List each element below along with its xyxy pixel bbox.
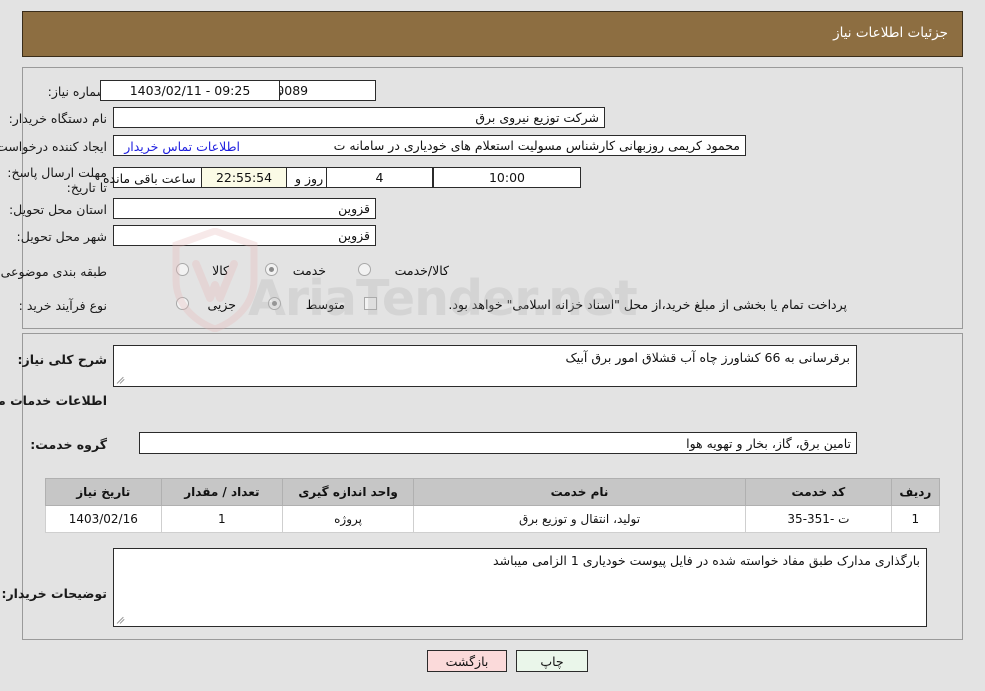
table-header-row: ردیف کد خدمت نام خدمت واحد اندازه گیری ت… bbox=[45, 478, 941, 506]
treasury-checkbox[interactable] bbox=[364, 297, 377, 310]
category-label: طبقه بندی موضوعی: bbox=[0, 264, 107, 279]
need-desc-value: برقرسانی به 66 کشاورز چاه آب قشلاق امور … bbox=[565, 350, 850, 365]
cell-quantity: 1 bbox=[160, 505, 284, 533]
page-header: جزئیات اطلاعات نیاز bbox=[22, 11, 963, 57]
cell-code: ت -351-35 bbox=[745, 505, 892, 533]
services-table: ردیف کد خدمت نام خدمت واحد اندازه گیری ت… bbox=[45, 478, 941, 533]
resize-grip-icon-notes[interactable] bbox=[116, 616, 126, 626]
cell-unit: پروژه bbox=[282, 505, 414, 533]
process-radio-jozei[interactable] bbox=[176, 297, 189, 310]
buyer-notes-label: توضیحات خریدار: bbox=[1, 586, 107, 601]
treasury-text: پرداخت تمام یا بخشی از مبلغ خرید،از محل … bbox=[448, 297, 847, 312]
category-label-khedmat: خدمت bbox=[292, 263, 326, 278]
service-group-field[interactable]: تامین برق، گاز، بخار و تهویه هوا bbox=[139, 432, 857, 454]
deadline-label: مهلت ارسال پاسخ: تا تاریخ: bbox=[7, 165, 107, 195]
cell-name: تولید، انتقال و توزیع برق bbox=[412, 505, 747, 533]
buyer-contact-link[interactable]: اطلاعات تماس خریدار bbox=[124, 139, 240, 154]
process-label-jozei: جزیی bbox=[207, 297, 236, 312]
process-label: نوع فرآیند خرید : bbox=[18, 298, 107, 313]
category-radio-kala-khedmat[interactable] bbox=[358, 263, 371, 276]
resize-grip-icon[interactable] bbox=[116, 376, 126, 386]
service-group-label: گروه خدمت: bbox=[30, 437, 107, 452]
print-button[interactable]: چاپ bbox=[516, 650, 588, 672]
cell-radif: 1 bbox=[890, 505, 941, 533]
cell-date: 1403/02/16 bbox=[45, 505, 162, 533]
public-announce-field: 09:25 - 1403/02/11 bbox=[100, 80, 280, 101]
back-button[interactable]: بازگشت bbox=[427, 650, 507, 672]
category-radio-kala[interactable] bbox=[176, 263, 189, 276]
col-unit: واحد اندازه گیری bbox=[282, 478, 414, 506]
days-unit-label: روز و bbox=[295, 171, 324, 186]
need-desc-label: شرح کلی نیاز: bbox=[17, 352, 107, 367]
need-number-label: شماره نیاز: bbox=[47, 84, 107, 99]
process-radio-motavaset[interactable] bbox=[268, 297, 281, 310]
process-label-motavaset: متوسط bbox=[305, 297, 345, 312]
category-label-kala-khedmat: کالا/خدمت bbox=[394, 263, 449, 278]
category-label-kala: کالا bbox=[212, 263, 229, 278]
table-row[interactable]: 1 ت -351-35 تولید، انتقال و توزیع برق پر… bbox=[45, 505, 941, 533]
deadline-time-field[interactable]: 10:00 bbox=[433, 167, 581, 188]
creator-label: ایجاد کننده درخواست: bbox=[0, 139, 107, 154]
col-date: تاریخ نیاز bbox=[45, 478, 162, 506]
col-quantity: تعداد / مقدار bbox=[160, 478, 284, 506]
need-desc-textarea[interactable]: برقرسانی به 66 کشاورز چاه آب قشلاق امور … bbox=[113, 345, 857, 387]
buyer-org-field[interactable]: شرکت توزیع نیروی برق bbox=[113, 107, 605, 128]
buyer-org-label: نام دستگاه خریدار: bbox=[8, 111, 107, 126]
days-field: 4 bbox=[326, 167, 433, 188]
remaining-suffix-label: ساعت باقی مانده bbox=[103, 171, 196, 186]
col-code: کد خدمت bbox=[745, 478, 892, 506]
city-label: شهر محل تحویل: bbox=[16, 229, 107, 244]
services-section-title: اطلاعات خدمات مورد نیاز bbox=[0, 393, 107, 408]
page-root: جزئیات اطلاعات نیاز شماره نیاز: 11030000… bbox=[0, 0, 985, 691]
category-radio-khedmat[interactable] bbox=[265, 263, 278, 276]
countdown-timer: 22:55:54 bbox=[201, 167, 287, 188]
page-title: جزئیات اطلاعات نیاز bbox=[833, 25, 948, 41]
buyer-notes-textarea[interactable]: بارگذاری مدارک طبق مفاد خواسته شده در فا… bbox=[113, 548, 927, 627]
col-name: نام خدمت bbox=[412, 478, 747, 506]
col-radif: ردیف bbox=[890, 478, 941, 506]
province-field[interactable]: قزوین bbox=[113, 198, 376, 219]
city-field[interactable]: قزوین bbox=[113, 225, 376, 246]
buyer-notes-value: بارگذاری مدارک طبق مفاد خواسته شده در فا… bbox=[493, 553, 920, 568]
province-label: استان محل تحویل: bbox=[8, 202, 107, 217]
